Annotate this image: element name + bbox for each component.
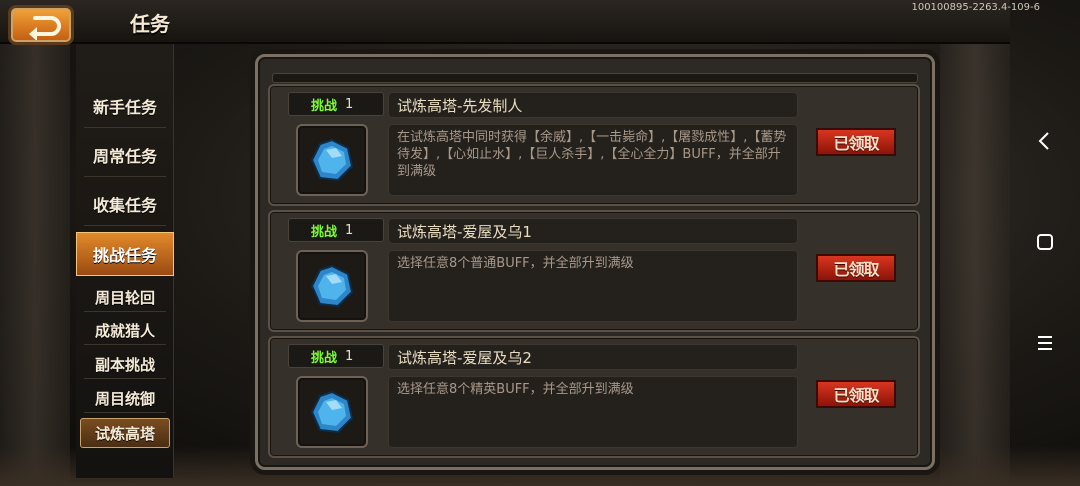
blue-crystal-icon [310, 138, 354, 182]
task-tag: 挑战 1 [288, 344, 384, 368]
nav-menu-button[interactable] [1032, 330, 1058, 356]
sidebar-item-label: 新手任务 [92, 98, 157, 117]
page-title: 任务 [130, 12, 170, 36]
sidebar-subitem-trial-tower[interactable]: 试炼高塔 [80, 418, 170, 448]
sidebar-item-label: 周目统御 [94, 389, 155, 408]
nav-back-button[interactable] [1032, 128, 1058, 154]
task-description: 在试炼高塔中同时获得【余威】,【一击毙命】,【屠戮成性】,【蓄势待发】,【心如止… [388, 124, 798, 196]
sidebar-item-label: 周常任务 [92, 147, 157, 166]
sidebar-item-label: 周目轮回 [94, 288, 155, 307]
sidebar-item-label: 试炼高塔 [94, 424, 155, 443]
chevron-left-icon [1038, 132, 1049, 150]
sidebar-subitem-cycle[interactable]: 周目轮回 [76, 282, 174, 312]
reward-slot[interactable] [296, 250, 368, 322]
reward-slot[interactable] [296, 376, 368, 448]
sidebar-subitem-achievement-hunter[interactable]: 成就猎人 [76, 315, 174, 345]
system-nav-bar [1010, 0, 1080, 486]
sidebar-item-challenge-tasks[interactable]: 挑战任务 [76, 232, 174, 276]
task-tag: 挑战 1 [288, 92, 384, 116]
task-title: 试炼高塔-先发制人 [388, 92, 798, 118]
task-title: 试炼高塔-爱屋及乌2 [388, 344, 798, 370]
task-description: 选择任意8个精英BUFF，并全部升到满级 [388, 376, 798, 448]
task-card: 挑战 1 试炼高塔-爱屋及乌1 选择任意8个普通BUFF，并全部升到满级 已领取 [268, 210, 920, 332]
task-tag-count: 1 [345, 348, 354, 364]
sidebar-subitem-dungeon-challenge[interactable]: 副本挑战 [76, 349, 174, 379]
nav-home-button[interactable] [1032, 229, 1058, 255]
blue-crystal-icon [310, 390, 354, 434]
panel-rail [272, 73, 918, 83]
task-card: 挑战 1 试炼高塔-爱屋及乌2 选择任意8个精英BUFF，并全部升到满级 已领取 [268, 336, 920, 458]
sidebar: 新手任务 周常任务 收集任务 挑战任务 周目轮回 成就猎人 副本挑战 周目统御 … [76, 44, 174, 478]
task-tag: 挑战 1 [288, 218, 384, 242]
task-tag-count: 1 [345, 96, 354, 112]
task-tag-label: 挑战 [311, 350, 338, 366]
return-arrow-icon [29, 16, 61, 40]
reward-slot[interactable] [296, 124, 368, 196]
sidebar-item-label: 成就猎人 [94, 321, 155, 340]
sidebar-item-label: 副本挑战 [94, 355, 155, 374]
claimed-stamp: 已领取 [816, 380, 896, 408]
sidebar-item-collection-tasks[interactable]: 收集任务 [76, 182, 174, 226]
bg-wall-right [940, 0, 1010, 486]
blue-crystal-icon [310, 264, 354, 308]
claimed-stamp: 已领取 [816, 254, 896, 282]
bg-wall-left [0, 0, 70, 486]
sidebar-item-label: 收集任务 [92, 196, 157, 215]
sidebar-subitem-cycle-command[interactable]: 周目统御 [76, 383, 174, 413]
task-title: 试炼高塔-爱屋及乌1 [388, 218, 798, 244]
sidebar-item-weekly-tasks[interactable]: 周常任务 [76, 133, 174, 177]
sidebar-item-newbie-tasks[interactable]: 新手任务 [76, 84, 174, 128]
task-description: 选择任意8个普通BUFF，并全部升到满级 [388, 250, 798, 322]
menu-lines-icon [1038, 336, 1052, 350]
task-tag-count: 1 [345, 222, 354, 238]
task-card: 挑战 1 试炼高塔-先发制人 在试炼高塔中同时获得【余威】,【一击毙命】,【屠戮… [268, 84, 920, 206]
task-tag-label: 挑战 [311, 224, 338, 240]
claimed-stamp: 已领取 [816, 128, 896, 156]
sidebar-item-label: 挑战任务 [92, 246, 157, 265]
task-tag-label: 挑战 [311, 98, 338, 114]
back-button[interactable] [8, 5, 74, 45]
square-home-icon [1037, 234, 1053, 250]
